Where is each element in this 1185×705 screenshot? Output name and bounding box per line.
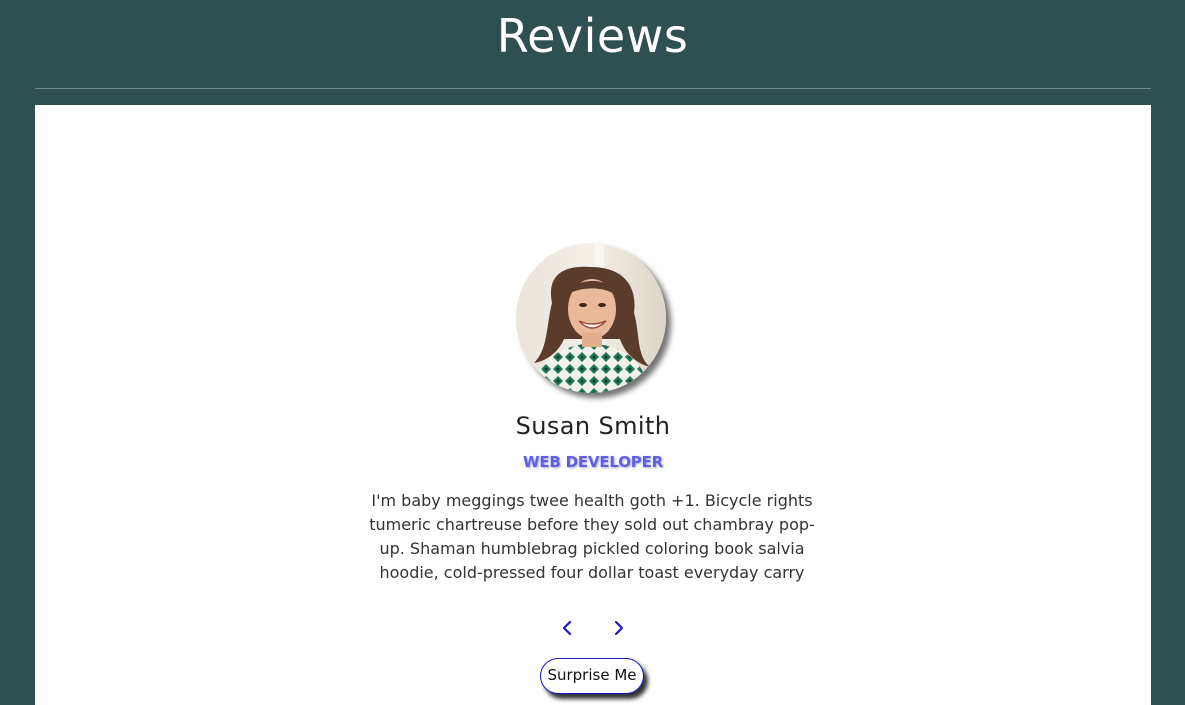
page-title: Reviews — [496, 9, 689, 63]
avatar — [516, 243, 666, 393]
reviewer-name: Susan Smith — [515, 412, 671, 440]
person-photo — [516, 243, 666, 393]
next-button[interactable] — [607, 617, 629, 639]
chevron-left-icon — [562, 620, 572, 636]
surprise-me-button[interactable]: Surprise Me — [540, 658, 644, 694]
review-text: I'm baby meggings twee health goth +1. B… — [369, 491, 815, 582]
title-underline — [35, 88, 1151, 89]
page-header: Reviews — [0, 0, 1185, 89]
review-card: Susan Smith WEB DEVELOPER I'm baby meggi… — [35, 105, 1151, 705]
reviewer-job: WEB DEVELOPER — [523, 453, 663, 471]
chevron-right-icon — [614, 620, 624, 636]
prev-button[interactable] — [557, 617, 579, 639]
